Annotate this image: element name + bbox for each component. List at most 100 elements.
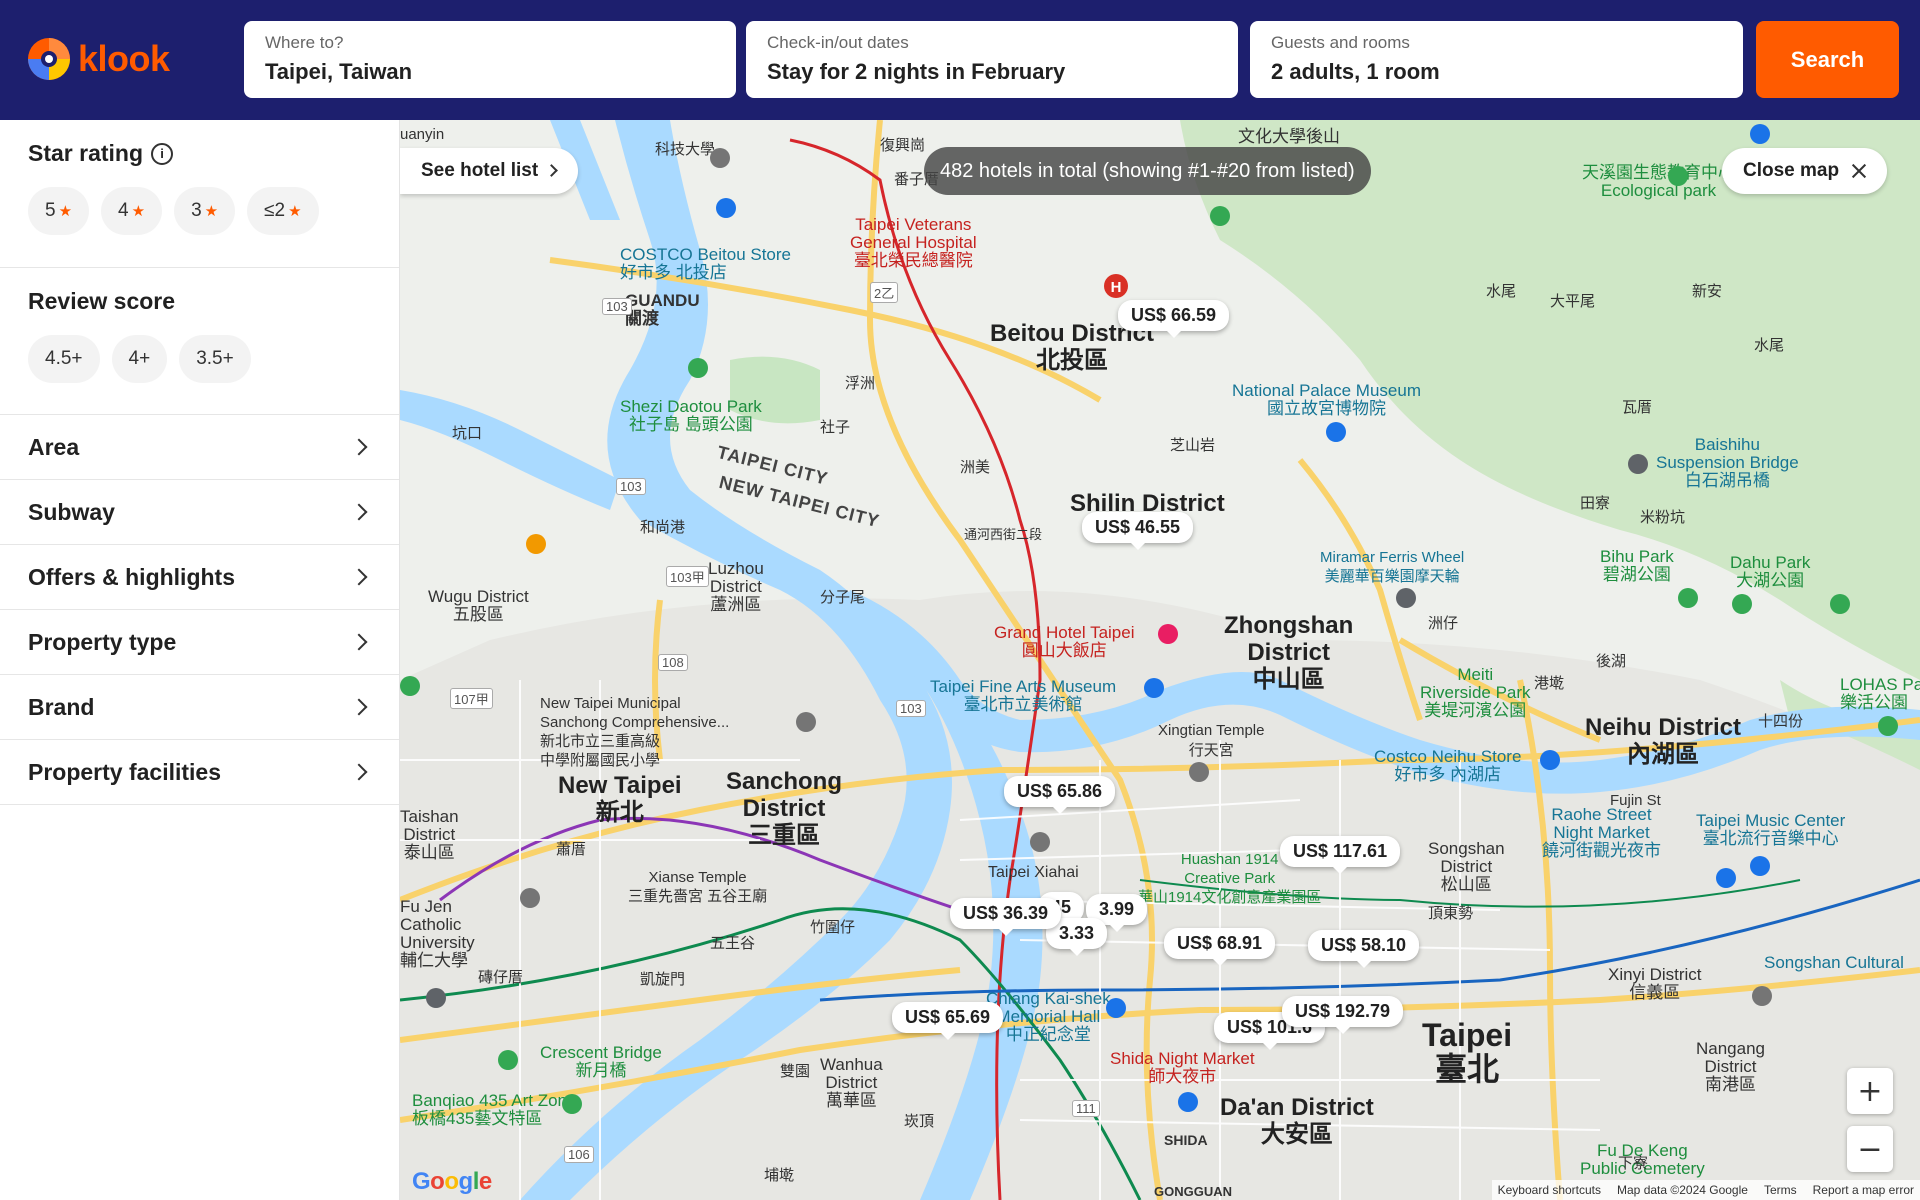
guests-label: Guests and rooms	[1271, 33, 1410, 52]
hotel-price-pin[interactable]: US$ 46.55	[1082, 512, 1194, 550]
map-label-xingtian: Xingtian Temple 行天宮	[1158, 722, 1265, 759]
map-label-luzhou: Luzhou District 蘆洲區	[708, 559, 764, 614]
map-label: 復興崗	[880, 137, 926, 154]
map-label-banqiao: Banqiao 435 Art Zone 板橋435藝文特區	[412, 1091, 577, 1128]
review-chip-4-5[interactable]: 4.5+	[28, 335, 100, 383]
map-label: 五王谷	[710, 935, 756, 952]
map-label: 水尾	[1486, 283, 1517, 300]
star-chip-5[interactable]: 5 ★	[28, 187, 90, 235]
map-label-shida-night-market: Shida Night Market 師大夜市	[1110, 1049, 1255, 1086]
hotel-price-pin[interactable]: US$ 58.10	[1308, 930, 1420, 968]
filter-brand[interactable]: Brand	[0, 675, 399, 740]
road-shield: 103	[896, 700, 926, 717]
destination-value: Taipei, Taiwan	[265, 59, 413, 84]
filter-area[interactable]: Area	[0, 415, 399, 480]
map-label-meiti-park: Meiti Riverside Park 美堤河濱公園	[1420, 665, 1531, 720]
map-label-raohe: Raohe Street Night Market 饒河街觀光夜市	[1542, 805, 1661, 860]
road-shield: 106	[564, 1146, 594, 1163]
map-label-dahu-park: Dahu Park 大湖公園	[1730, 553, 1811, 590]
star-chip-3[interactable]: 3 ★	[174, 187, 236, 235]
map-label-taishan: Taishan District 泰山區	[400, 807, 459, 862]
map-label: 蕭厝	[556, 841, 587, 858]
close-map-button[interactable]: Close map	[1722, 148, 1888, 194]
hotel-price-pin[interactable]: US$ 68.91	[1164, 928, 1276, 966]
review-chip-3-5[interactable]: 3.5+	[179, 335, 251, 383]
hotel-price-pin[interactable]: US$ 36.39	[950, 898, 1062, 936]
terms-link[interactable]: Terms	[1764, 1183, 1797, 1197]
search-button[interactable]: Search	[1756, 21, 1899, 98]
chevron-right-icon	[545, 164, 559, 177]
filter-property-facilities[interactable]: Property facilities	[0, 740, 399, 805]
map-label: 十四份	[1758, 713, 1804, 730]
map-label: 文化大學後山	[1238, 127, 1340, 146]
map-label: 社子	[820, 419, 851, 436]
map-label-sanchong: Sanchong District 三重區	[726, 768, 843, 849]
star-chip-2-or-less[interactable]: ≤2 ★	[247, 187, 319, 235]
map-label: 後湖	[1596, 653, 1627, 670]
star-icon: ★	[288, 203, 302, 220]
chevron-right-icon	[350, 568, 368, 586]
map-label-songshan: Songshan District 松山區	[1428, 839, 1505, 894]
map-label-grand-hotel: Grand Hotel Taipei 圓山大飯店	[994, 623, 1135, 660]
filter-subway[interactable]: Subway	[0, 480, 399, 545]
map-label: 新安	[1692, 283, 1723, 300]
map-label: 洲美	[960, 459, 991, 476]
map-label-shezi-park: Shezi Daotou Park 社子島 島頭公園	[620, 397, 762, 434]
map-label-taipei: Taipei 臺北	[1422, 1017, 1513, 1087]
star-icon: ★	[131, 203, 146, 220]
road-shield: 103甲	[666, 566, 709, 587]
map-label-neihu: Neihu District 內湖區	[1585, 714, 1742, 768]
google-logo: Google	[412, 1168, 492, 1195]
map-label: 浮洲	[845, 375, 876, 392]
map-label: 坑口	[452, 425, 483, 442]
road-shield: 108	[658, 654, 688, 671]
road-shield: 111	[1072, 1100, 1100, 1117]
hotel-price-pin[interactable]: US$ 117.61	[1280, 836, 1401, 874]
destination-field[interactable]: Where to? Taipei, Taiwan	[244, 21, 736, 98]
logo-text: klook	[78, 38, 170, 79]
map-label-zhongshan: Zhongshan District 中山區	[1224, 612, 1354, 693]
review-chip-4[interactable]: 4+	[111, 335, 168, 383]
keyboard-shortcuts-link[interactable]: Keyboard shortcuts	[1498, 1183, 1601, 1197]
review-score-filter: Review score 4.5+ 4+ 3.5+	[0, 268, 399, 414]
info-icon[interactable]: i	[151, 142, 174, 165]
map-label-ckshek: Chiang Kai-shek Memorial Hall 中正紀念堂	[986, 989, 1111, 1044]
map-label: 瓦厝	[1622, 399, 1653, 416]
star-chip-4[interactable]: 4 ★	[101, 187, 163, 235]
filter-property-type[interactable]: Property type	[0, 610, 399, 675]
guests-field[interactable]: Guests and rooms 2 adults, 1 room	[1250, 21, 1743, 98]
hotel-map[interactable]: uanyin 科技大學 復興崗 番子厝 文化大學後山 天溪園生態教育中心 Eco…	[400, 120, 1920, 1200]
report-error-link[interactable]: Report a map error	[1813, 1183, 1914, 1197]
hotel-price-pin[interactable]: US$ 192.79	[1282, 996, 1404, 1034]
star-rating-filter: Star rating i 5 ★ 4 ★ 3 ★ ≤2 ★	[0, 120, 399, 267]
hotel-price-pin[interactable]: US$ 65.69	[892, 1002, 1004, 1040]
map-label-miramar: Miramar Ferris Wheel 美麗華百樂園摩天輪	[1320, 549, 1465, 585]
map-label: 頂東勢	[1428, 905, 1474, 922]
map-label: 洲仔	[1428, 615, 1459, 632]
map-label-lohas: LOHAS Pa 樂活公園	[1840, 675, 1920, 712]
dates-field[interactable]: Check-in/out dates Stay for 2 nights in …	[746, 21, 1238, 98]
dates-label: Check-in/out dates	[767, 33, 909, 52]
map-label-fujen: Fu Jen Catholic University 輔仁大學	[400, 897, 475, 970]
map-label-songshan-cultural: Songshan Cultural	[1764, 953, 1904, 972]
see-hotel-list-button[interactable]: See hotel list	[400, 148, 579, 194]
map-label: 凱旋門	[640, 971, 686, 988]
chevron-right-icon	[350, 763, 368, 781]
filter-offers[interactable]: Offers & highlights	[0, 545, 399, 610]
map-label: 埔墘	[764, 1167, 795, 1184]
map-label-guanyin: uanyin	[400, 126, 445, 143]
map-label-shida: SHIDA	[1164, 1132, 1208, 1148]
map-label: 通河西街二段	[964, 527, 1043, 542]
map-label: 米粉坑	[1640, 509, 1686, 526]
klook-logo[interactable]: klook	[26, 36, 170, 82]
road-shield: 103	[616, 478, 646, 495]
map-label: 大平尾	[1550, 293, 1596, 310]
zoom-in-button[interactable]: +	[1847, 1068, 1893, 1114]
zoom-out-button[interactable]: −	[1847, 1126, 1893, 1172]
map-label-crescent-bridge: Crescent Bridge 新月橋	[540, 1043, 662, 1080]
klook-logo-icon	[26, 36, 72, 82]
hotel-price-pin[interactable]: US$ 65.86	[1004, 776, 1116, 814]
hotel-price-pin[interactable]: US$ 66.59	[1118, 300, 1230, 338]
map-label: 芝山岩	[1170, 437, 1216, 454]
close-icon	[1851, 163, 1867, 179]
